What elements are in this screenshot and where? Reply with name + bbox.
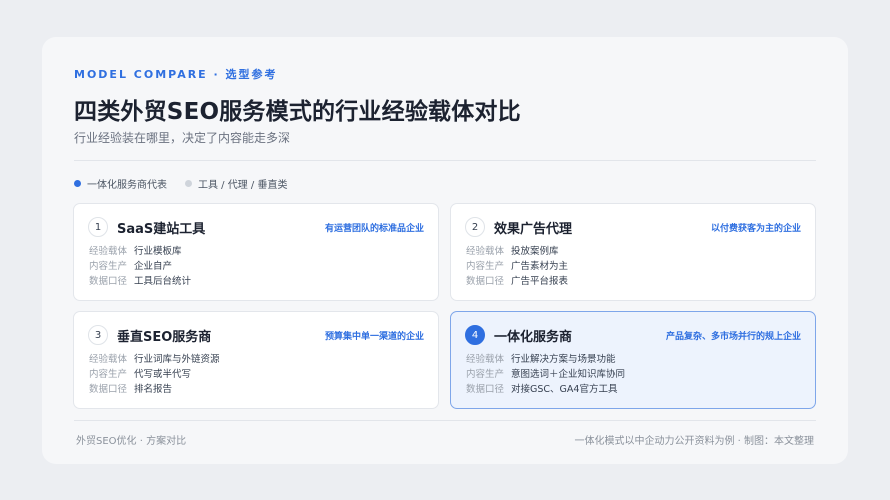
legend-dot-gray-icon [185, 180, 192, 187]
attr-value: 广告平台报表 [511, 276, 569, 287]
attr-row-content: 内容生产 广告素材为主 [466, 259, 568, 274]
attr-row-content: 内容生产 意图选词＋企业知识库协同 [466, 367, 625, 382]
model-card-saas: 1 SaaS建站工具 有运营团队的标准品企业 经验载体 行业模板库 内容生产 企业自… [73, 203, 439, 301]
model-name: SaaS建站工具 [117, 222, 206, 237]
eyebrow-label: MODEL COMPARE · 选型参考 [74, 68, 278, 81]
attr-row-content: 内容生产 代写或半代写 [89, 367, 220, 382]
legend-label: 工具 / 代理 / 垂直类 [198, 180, 288, 191]
model-number-badge: 3 [88, 325, 108, 345]
attr-row-data: 数据口径 工具后台统计 [89, 274, 191, 289]
legend-item-others: 工具 / 代理 / 垂直类 [185, 176, 287, 191]
model-name: 垂直SEO服务商 [117, 330, 212, 345]
model-attributes: 经验载体 行业模板库 内容生产 企业自产 数据口径 工具后台统计 [89, 244, 191, 289]
model-target-tag: 有运营团队的标准品企业 [324, 224, 424, 234]
attr-key: 内容生产 [89, 261, 128, 272]
legend-item-integrated: 一体化服务商代表 [74, 176, 167, 191]
attr-value: 行业解决方案与场景功能 [511, 354, 616, 365]
attr-value: 投放案例库 [511, 246, 559, 257]
attr-value: 工具后台统计 [134, 276, 192, 287]
attr-key: 内容生产 [466, 369, 505, 380]
footer-credit-right: 一体化模式以中企动力公开资料为例 · 制图：本文整理 [574, 436, 814, 447]
attr-value: 代写或半代写 [134, 369, 192, 380]
footer-divider [74, 420, 816, 421]
attr-row-data: 数据口径 排名报告 [89, 382, 220, 397]
attr-key: 数据口径 [466, 384, 505, 395]
attr-value: 对接GSC、GA4官方工具 [511, 384, 618, 395]
model-attributes: 经验载体 行业词库与外链资源 内容生产 代写或半代写 数据口径 排名报告 [89, 352, 220, 397]
footer-source-left: 外贸SEO优化 · 方案对比 [76, 436, 187, 447]
attr-value: 意图选词＋企业知识库协同 [511, 369, 626, 380]
attr-key: 经验载体 [89, 246, 128, 257]
attr-row-content: 内容生产 企业自产 [89, 259, 191, 274]
attr-row-carrier: 经验载体 行业词库与外链资源 [89, 352, 220, 367]
model-target-tag: 预算集中单一渠道的企业 [324, 332, 424, 342]
attr-row-carrier: 经验载体 行业解决方案与场景功能 [466, 352, 625, 367]
model-name: 一体化服务商 [494, 330, 573, 345]
attr-key: 内容生产 [466, 261, 505, 272]
page-subtitle: 行业经验装在哪里，决定了内容能走多深 [74, 131, 291, 145]
attr-row-carrier: 经验载体 投放案例库 [466, 244, 568, 259]
attr-value: 行业词库与外链资源 [134, 354, 220, 365]
compare-card: MODEL COMPARE · 选型参考 四类外贸SEO服务模式的行业经验载体对… [42, 37, 848, 464]
attr-key: 数据口径 [466, 276, 505, 287]
attr-key: 经验载体 [466, 354, 505, 365]
legend: 一体化服务商代表 工具 / 代理 / 垂直类 [74, 176, 287, 191]
attr-row-carrier: 经验载体 行业模板库 [89, 244, 191, 259]
attr-row-data: 数据口径 对接GSC、GA4官方工具 [466, 382, 625, 397]
attr-key: 数据口径 [89, 384, 128, 395]
model-attributes: 经验载体 投放案例库 内容生产 广告素材为主 数据口径 广告平台报表 [466, 244, 568, 289]
page-title: 四类外贸SEO服务模式的行业经验载体对比 [74, 99, 521, 125]
model-card-ads-agency: 2 效果广告代理 以付费获客为主的企业 经验载体 投放案例库 内容生产 广告素材为主… [450, 203, 816, 301]
model-number-badge: 1 [88, 217, 108, 237]
model-name: 效果广告代理 [494, 222, 573, 237]
attr-value: 企业自产 [134, 261, 173, 272]
attr-key: 内容生产 [89, 369, 128, 380]
attr-value: 行业模板库 [134, 246, 182, 257]
model-number-badge: 4 [465, 325, 485, 345]
attr-row-data: 数据口径 广告平台报表 [466, 274, 568, 289]
attr-key: 经验载体 [466, 246, 505, 257]
attr-value: 广告素材为主 [511, 261, 569, 272]
header-divider [74, 160, 816, 161]
model-card-integrated: 4 一体化服务商 产品复杂、多市场并行的规上企业 经验载体 行业解决方案与场景功能… [450, 311, 816, 409]
legend-label: 一体化服务商代表 [87, 180, 167, 191]
legend-dot-blue-icon [74, 180, 81, 187]
model-number-badge: 2 [465, 217, 485, 237]
model-target-tag: 产品复杂、多市场并行的规上企业 [665, 332, 801, 342]
attr-key: 数据口径 [89, 276, 128, 287]
model-target-tag: 以付费获客为主的企业 [710, 224, 801, 234]
attr-value: 排名报告 [134, 384, 173, 395]
model-card-vertical-seo: 3 垂直SEO服务商 预算集中单一渠道的企业 经验载体 行业词库与外链资源 内容生… [73, 311, 439, 409]
attr-key: 经验载体 [89, 354, 128, 365]
model-attributes: 经验载体 行业解决方案与场景功能 内容生产 意图选词＋企业知识库协同 数据口径 对接G… [466, 352, 625, 397]
